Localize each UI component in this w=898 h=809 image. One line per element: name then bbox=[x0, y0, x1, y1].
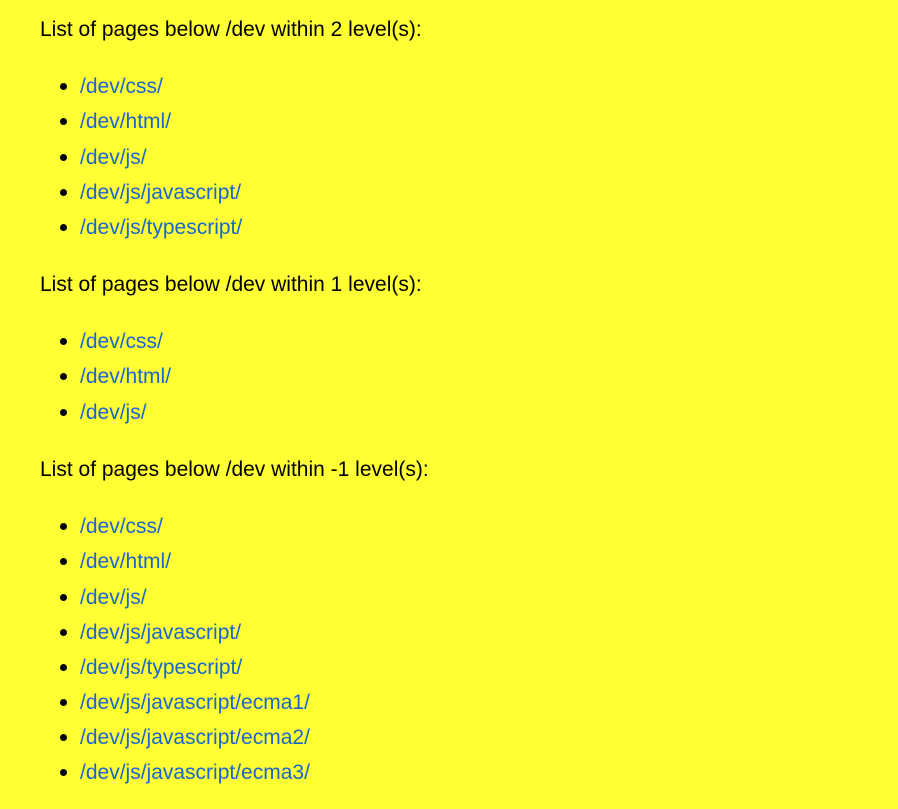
bullet-icon bbox=[60, 699, 67, 706]
page-link[interactable]: /dev/html/ bbox=[80, 550, 171, 574]
bullet-icon bbox=[60, 734, 67, 741]
page-link[interactable]: /dev/js/javascript/ecma3/ bbox=[80, 761, 310, 785]
page-link[interactable]: /dev/js/javascript/ecma2/ bbox=[80, 726, 310, 750]
bullet-icon bbox=[60, 154, 67, 161]
page-link[interactable]: /dev/css/ bbox=[80, 515, 163, 539]
bullet-icon bbox=[60, 664, 67, 671]
page-link[interactable]: /dev/js/javascript/ bbox=[80, 181, 241, 205]
bullet-icon bbox=[60, 769, 67, 776]
bullet-icon bbox=[60, 373, 67, 380]
page-list-section: List of pages below /dev within 1 level(… bbox=[40, 273, 422, 424]
page-link[interactable]: /dev/html/ bbox=[80, 110, 171, 134]
page-link[interactable]: /dev/js/ bbox=[80, 401, 147, 425]
bullet-icon bbox=[60, 629, 67, 636]
page-link[interactable]: /dev/js/ bbox=[80, 586, 147, 610]
page-link[interactable]: /dev/js/ bbox=[80, 146, 147, 170]
section-heading: List of pages below /dev within 2 level(… bbox=[40, 18, 422, 41]
bullet-icon bbox=[60, 523, 67, 530]
bullet-icon bbox=[60, 594, 67, 601]
bullet-icon bbox=[60, 558, 67, 565]
page: List of pages below /dev within 2 level(… bbox=[0, 0, 898, 809]
section-heading: List of pages below /dev within -1 level… bbox=[40, 458, 429, 481]
page-link[interactable]: /dev/js/javascript/ecma1/ bbox=[80, 691, 310, 715]
page-list-section: List of pages below /dev within -1 level… bbox=[40, 458, 429, 784]
page-link[interactable]: /dev/js/typescript/ bbox=[80, 656, 242, 680]
bullet-icon bbox=[60, 224, 67, 231]
page-link[interactable]: /dev/js/javascript/ bbox=[80, 621, 241, 645]
section-heading: List of pages below /dev within 1 level(… bbox=[40, 273, 422, 296]
page-link[interactable]: /dev/css/ bbox=[80, 330, 163, 354]
page-link[interactable]: /dev/css/ bbox=[80, 75, 163, 99]
bullet-icon bbox=[60, 338, 67, 345]
bullet-icon bbox=[60, 409, 67, 416]
bullet-icon bbox=[60, 118, 67, 125]
bullet-icon bbox=[60, 189, 67, 196]
page-list-section: List of pages below /dev within 2 level(… bbox=[40, 18, 422, 239]
bullet-icon bbox=[60, 83, 67, 90]
page-link[interactable]: /dev/js/typescript/ bbox=[80, 216, 242, 240]
page-link[interactable]: /dev/html/ bbox=[80, 365, 171, 389]
